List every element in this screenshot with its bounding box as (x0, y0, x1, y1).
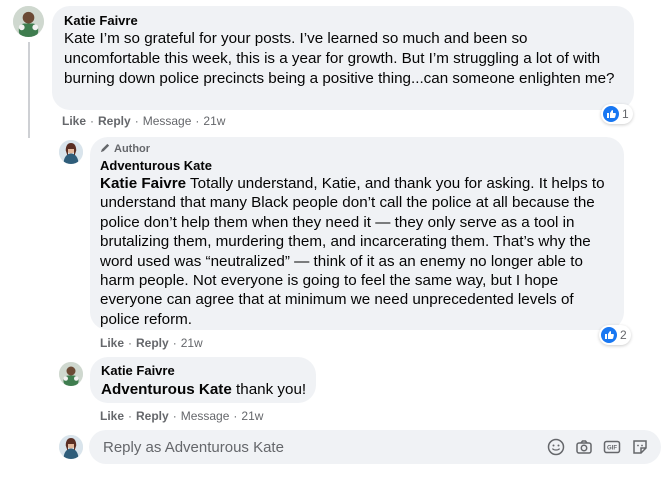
message-button[interactable]: Message (181, 409, 230, 423)
comment-bubble: Author Adventurous Kate Katie Faivre Tot… (90, 137, 624, 330)
camera-icon[interactable] (575, 438, 593, 456)
thread-line (28, 42, 30, 138)
pencil-icon (100, 142, 111, 156)
reaction-number: 1 (622, 107, 629, 121)
avatar-adventurous-kate[interactable] (59, 140, 83, 164)
svg-text:GIF: GIF (607, 446, 617, 452)
comment-text: Adventurous Kate thank you! (101, 380, 307, 400)
avatar-current-user[interactable] (59, 435, 83, 459)
author-badge: Author (100, 142, 614, 156)
comment-body: thank you! (231, 381, 307, 398)
mention-link[interactable]: Kate (64, 30, 95, 47)
comment-actions: Like · Reply · 21w (100, 336, 203, 350)
comment-body: I’m so grateful for your posts. I’ve lea… (64, 30, 615, 87)
reply-input[interactable] (101, 437, 547, 457)
comment-author[interactable]: Katie Faivre (64, 13, 622, 28)
comment-bubble: Katie Faivre Adventurous Kate thank you! (90, 357, 316, 403)
gif-icon[interactable]: GIF (603, 438, 621, 456)
like-button[interactable]: Like (62, 114, 86, 128)
comment-actions: Like · Reply · Message · 21w (100, 409, 264, 423)
avatar-katie-faivre[interactable] (59, 362, 83, 386)
mention-link[interactable]: Katie Faivre (100, 175, 186, 192)
comment-text: Katie Faivre Totally understand, Katie, … (100, 174, 614, 329)
reaction-count[interactable]: 1 (601, 104, 633, 124)
reply-button[interactable]: Reply (136, 336, 169, 350)
comment-author[interactable]: Adventurous Kate (100, 158, 614, 173)
timestamp[interactable]: 21w (241, 409, 263, 423)
like-button[interactable]: Like (100, 409, 124, 423)
author-badge-label: Author (114, 143, 151, 155)
comment-author[interactable]: Katie Faivre (101, 363, 305, 378)
reply-button[interactable]: Reply (98, 114, 131, 128)
comment-bubble: Katie Faivre Kate I’m so grateful for yo… (52, 6, 634, 110)
timestamp[interactable]: 21w (181, 336, 203, 350)
timestamp[interactable]: 21w (203, 114, 225, 128)
thumbs-up-icon (603, 106, 619, 122)
reaction-number: 2 (620, 328, 627, 342)
thumbs-up-icon (601, 327, 617, 343)
reply-button[interactable]: Reply (136, 409, 169, 423)
comment-text: Kate I’m so grateful for your posts. I’v… (64, 29, 622, 89)
smiley-icon[interactable] (547, 438, 565, 456)
sticker-icon[interactable] (631, 438, 649, 456)
comment-body: Totally understand, Katie, and thank you… (100, 175, 605, 328)
message-button[interactable]: Message (143, 114, 192, 128)
mention-link[interactable]: Adventurous Kate (101, 381, 232, 398)
comment-actions: Like · Reply · Message · 21w (62, 114, 226, 128)
reply-composer[interactable]: GIF (89, 430, 661, 464)
like-button[interactable]: Like (100, 336, 124, 350)
composer-tools: GIF (547, 438, 661, 456)
avatar-katie-faivre[interactable] (13, 6, 44, 37)
reaction-count[interactable]: 2 (599, 325, 631, 345)
